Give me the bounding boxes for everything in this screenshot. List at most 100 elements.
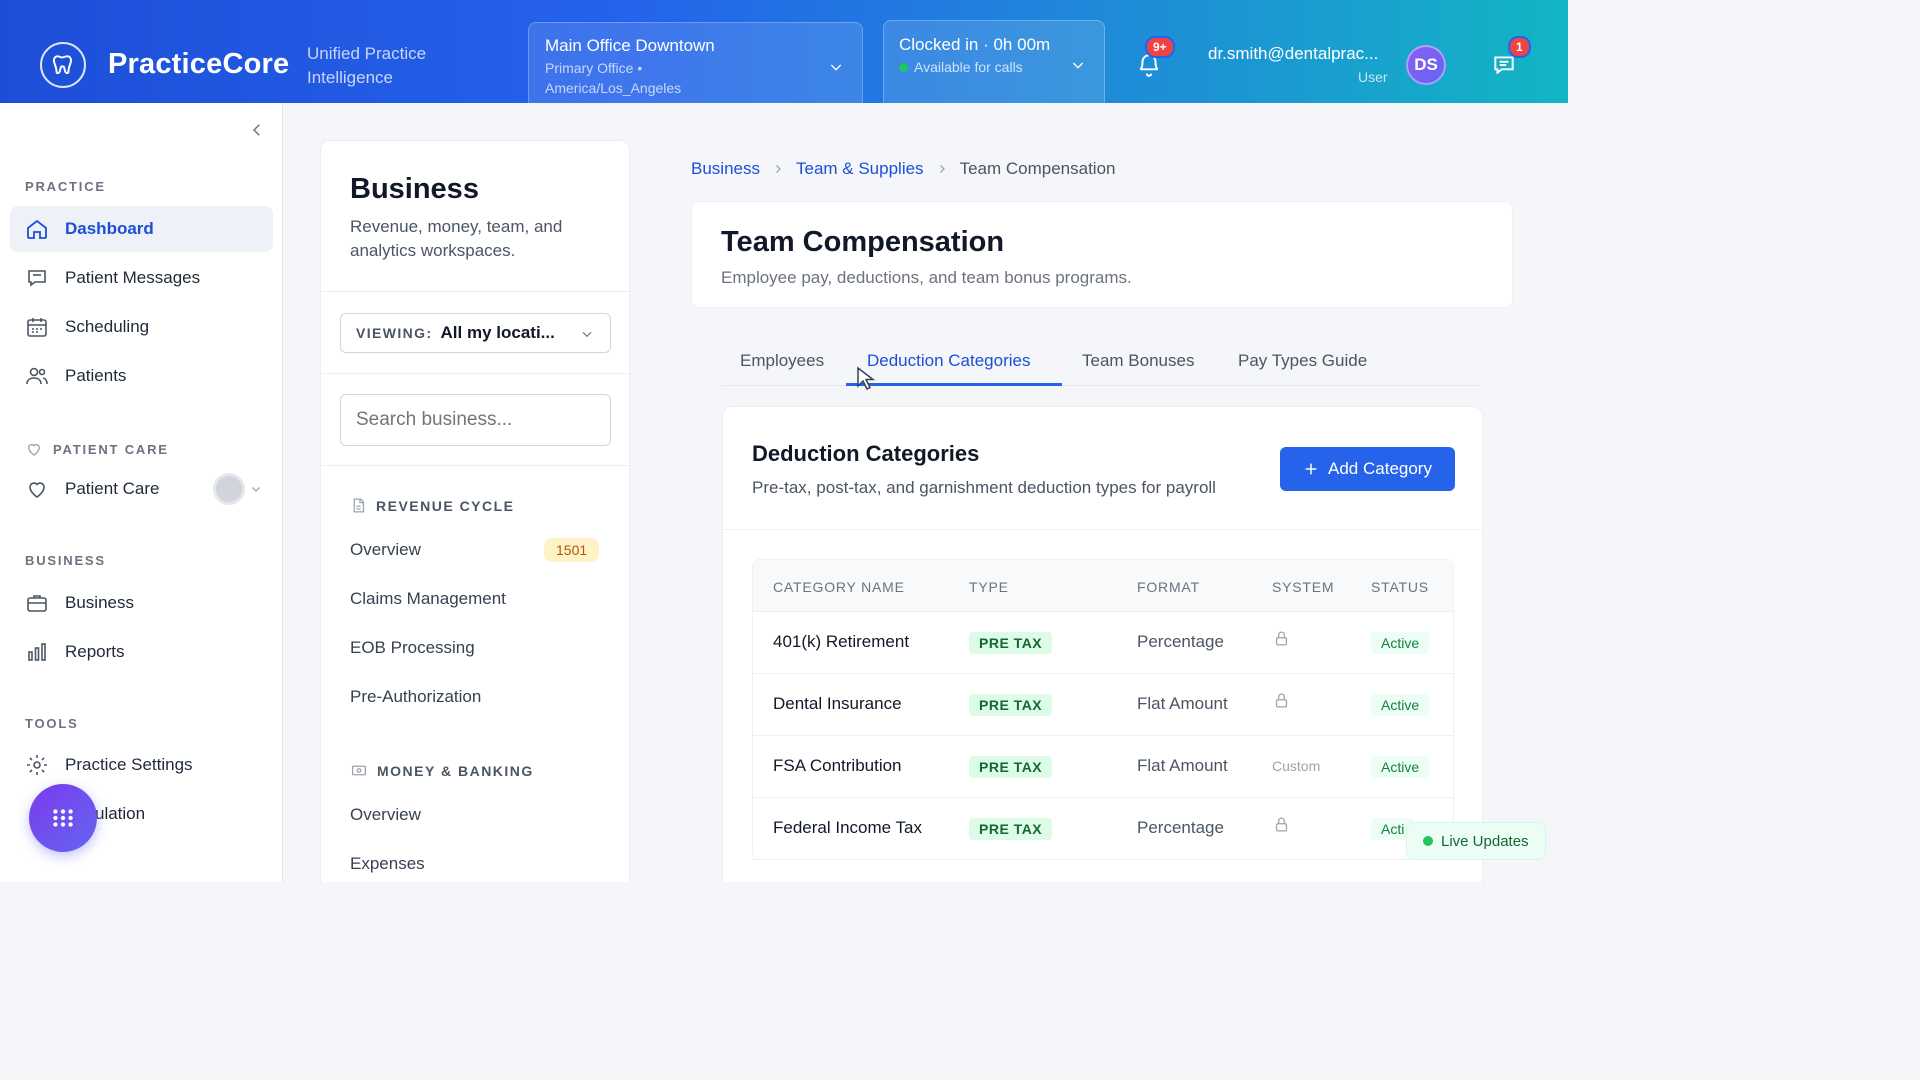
- grid-dots-icon: [53, 809, 73, 827]
- format-cell: Percentage: [1137, 632, 1224, 651]
- sidebar-item-reports[interactable]: Reports: [10, 629, 273, 675]
- table-row[interactable]: Dental Insurance PRE TAX Flat Amount Act…: [753, 674, 1453, 736]
- count-badge: 1501: [544, 538, 600, 562]
- tab-pay-types-guide[interactable]: Pay Types Guide: [1238, 351, 1367, 371]
- nav-item-revenue-overview[interactable]: Overview: [350, 540, 421, 560]
- section-label-business: BUSINESS: [25, 553, 106, 568]
- avatar[interactable]: DS: [1406, 45, 1446, 85]
- section-subtitle: Pre-tax, post-tax, and garnishment deduc…: [752, 478, 1216, 497]
- mouse-cursor-icon: [857, 366, 876, 391]
- divider: [321, 373, 631, 374]
- page-title: Team Compensation: [721, 226, 1005, 258]
- user-email[interactable]: dr.smith@dentalprac...: [1208, 44, 1378, 64]
- sidebar-item-label: Patients: [65, 366, 127, 385]
- chevron-down-icon: [1072, 62, 1084, 69]
- nav-item-money-overview[interactable]: Overview: [350, 805, 421, 825]
- section-label-text: PATIENT CARE: [53, 441, 169, 457]
- table-row[interactable]: 401(k) Retirement PRE TAX Percentage Act…: [753, 612, 1453, 674]
- chat-icon: [28, 270, 46, 287]
- chevron-down-icon[interactable]: [250, 483, 262, 495]
- plus-icon: [1305, 463, 1317, 475]
- divider: [321, 465, 631, 466]
- tab-employees[interactable]: Employees: [740, 351, 824, 371]
- column-header-type[interactable]: TYPE: [969, 579, 1009, 595]
- notifications-button[interactable]: 9+: [1136, 36, 1175, 83]
- app-launcher-button[interactable]: [29, 784, 97, 852]
- type-badge: PRE TAX: [969, 694, 1053, 716]
- briefcase-icon: [27, 595, 47, 612]
- add-category-button[interactable]: Add Category: [1280, 447, 1455, 491]
- nav-item-claims-management[interactable]: Claims Management: [350, 589, 506, 609]
- sidebar-item-label: Dashboard: [65, 219, 154, 238]
- tooth-logo-icon[interactable]: [40, 42, 86, 88]
- active-tab-indicator: [846, 383, 1062, 386]
- format-cell: Flat Amount: [1137, 694, 1228, 713]
- tab-deduction-categories[interactable]: Deduction Categories: [867, 351, 1030, 371]
- column-header-status[interactable]: STATUS: [1371, 579, 1429, 595]
- sidebar-item-dashboard[interactable]: Dashboard: [10, 206, 273, 252]
- type-badge: PRE TAX: [969, 632, 1053, 654]
- chevron-down-icon: [830, 64, 842, 71]
- location-filter-dropdown[interactable]: VIEWING: All my locati...: [340, 313, 611, 353]
- nav-item-eob-processing[interactable]: EOB Processing: [350, 638, 475, 658]
- loading-spinner-icon: [213, 473, 245, 505]
- category-name: Federal Income Tax: [773, 818, 922, 837]
- column-header-system[interactable]: SYSTEM: [1272, 579, 1334, 595]
- table-row[interactable]: Federal Income Tax PRE TAX Percentage Ac…: [753, 798, 1453, 860]
- group-heading-revenue-cycle: REVENUE CYCLE: [350, 497, 515, 514]
- nav-item-pre-authorization[interactable]: Pre-Authorization: [350, 687, 481, 707]
- live-dot-icon: [1423, 836, 1433, 846]
- sidebar-item-patient-messages[interactable]: Patient Messages: [10, 255, 273, 301]
- heart-icon: [29, 482, 45, 498]
- lock-icon: [1275, 693, 1288, 708]
- live-updates-indicator[interactable]: Live Updates: [1406, 822, 1546, 860]
- collapse-sidebar-button[interactable]: [248, 121, 266, 144]
- column-header-category-name[interactable]: CATEGORY NAME: [773, 579, 905, 595]
- lock-icon: [1275, 817, 1288, 832]
- availability-text: Available for calls: [914, 59, 1023, 75]
- tab-team-bonuses[interactable]: Team Bonuses: [1082, 351, 1194, 371]
- sidebar-item-scheduling[interactable]: Scheduling: [10, 304, 273, 350]
- breadcrumb-business[interactable]: Business: [691, 159, 760, 179]
- available-dot-icon: [899, 62, 908, 72]
- table-row[interactable]: FSA Contribution PRE TAX Flat Amount Cus…: [753, 736, 1453, 798]
- type-badge: PRE TAX: [969, 818, 1053, 840]
- lock-icon: [1275, 631, 1288, 646]
- sidebar-item-label: Patient Care: [65, 479, 160, 498]
- search-input[interactable]: [340, 394, 611, 446]
- section-label-tools: TOOLS: [25, 716, 79, 731]
- user-role: User: [1358, 69, 1388, 85]
- status-badge: Active: [1371, 694, 1430, 716]
- breadcrumb: Business Team & Supplies Team Compensati…: [691, 159, 1115, 179]
- messages-button[interactable]: 1: [1490, 36, 1531, 83]
- sidebar-item-label: Practice Settings: [65, 755, 193, 774]
- page-header-card: Team Compensation Employee pay, deductio…: [691, 201, 1513, 308]
- deductions-table: CATEGORY NAME TYPE FORMAT SYSTEM STATUS …: [752, 559, 1454, 860]
- live-updates-label: Live Updates: [1441, 832, 1529, 850]
- breadcrumb-current: Team Compensation: [959, 159, 1116, 178]
- location-title: Main Office Downtown: [545, 36, 715, 55]
- chevron-right-icon: [939, 165, 945, 173]
- column-header-format[interactable]: FORMAT: [1137, 579, 1200, 595]
- sidebar-item-business[interactable]: Business: [10, 580, 273, 626]
- sidebar-item-practice-settings[interactable]: Practice Settings: [10, 742, 273, 788]
- sidebar-item-patients[interactable]: Patients: [10, 353, 273, 399]
- table-header: CATEGORY NAME TYPE FORMAT SYSTEM STATUS: [753, 560, 1453, 612]
- notifications-badge: 9+: [1145, 36, 1175, 58]
- breadcrumb-team-supplies[interactable]: Team & Supplies: [796, 159, 924, 179]
- brand-name[interactable]: PracticeCore: [108, 48, 289, 81]
- clock-status-selector[interactable]: Clocked in · 0h 00m Available for calls: [883, 20, 1105, 103]
- nav-item-expenses[interactable]: Expenses: [350, 854, 425, 874]
- chevron-left-icon: [252, 124, 260, 136]
- location-selector[interactable]: Main Office Downtown Primary Office • Am…: [528, 22, 863, 103]
- category-name: FSA Contribution: [773, 756, 902, 775]
- group-heading-text: MONEY & BANKING: [377, 762, 534, 779]
- sidebar-item-label: Business: [65, 593, 134, 612]
- sidebar-item-label: Reports: [65, 642, 125, 661]
- users-icon: [26, 367, 48, 385]
- business-panel: Business Revenue, money, team, and analy…: [320, 140, 631, 882]
- section-label-practice: PRACTICE: [25, 179, 106, 194]
- sidebar-item-label: Scheduling: [65, 317, 150, 336]
- panel-description: Revenue, money, team, and analytics work…: [350, 217, 563, 260]
- section-label-patient-care: PATIENT CARE: [25, 440, 169, 458]
